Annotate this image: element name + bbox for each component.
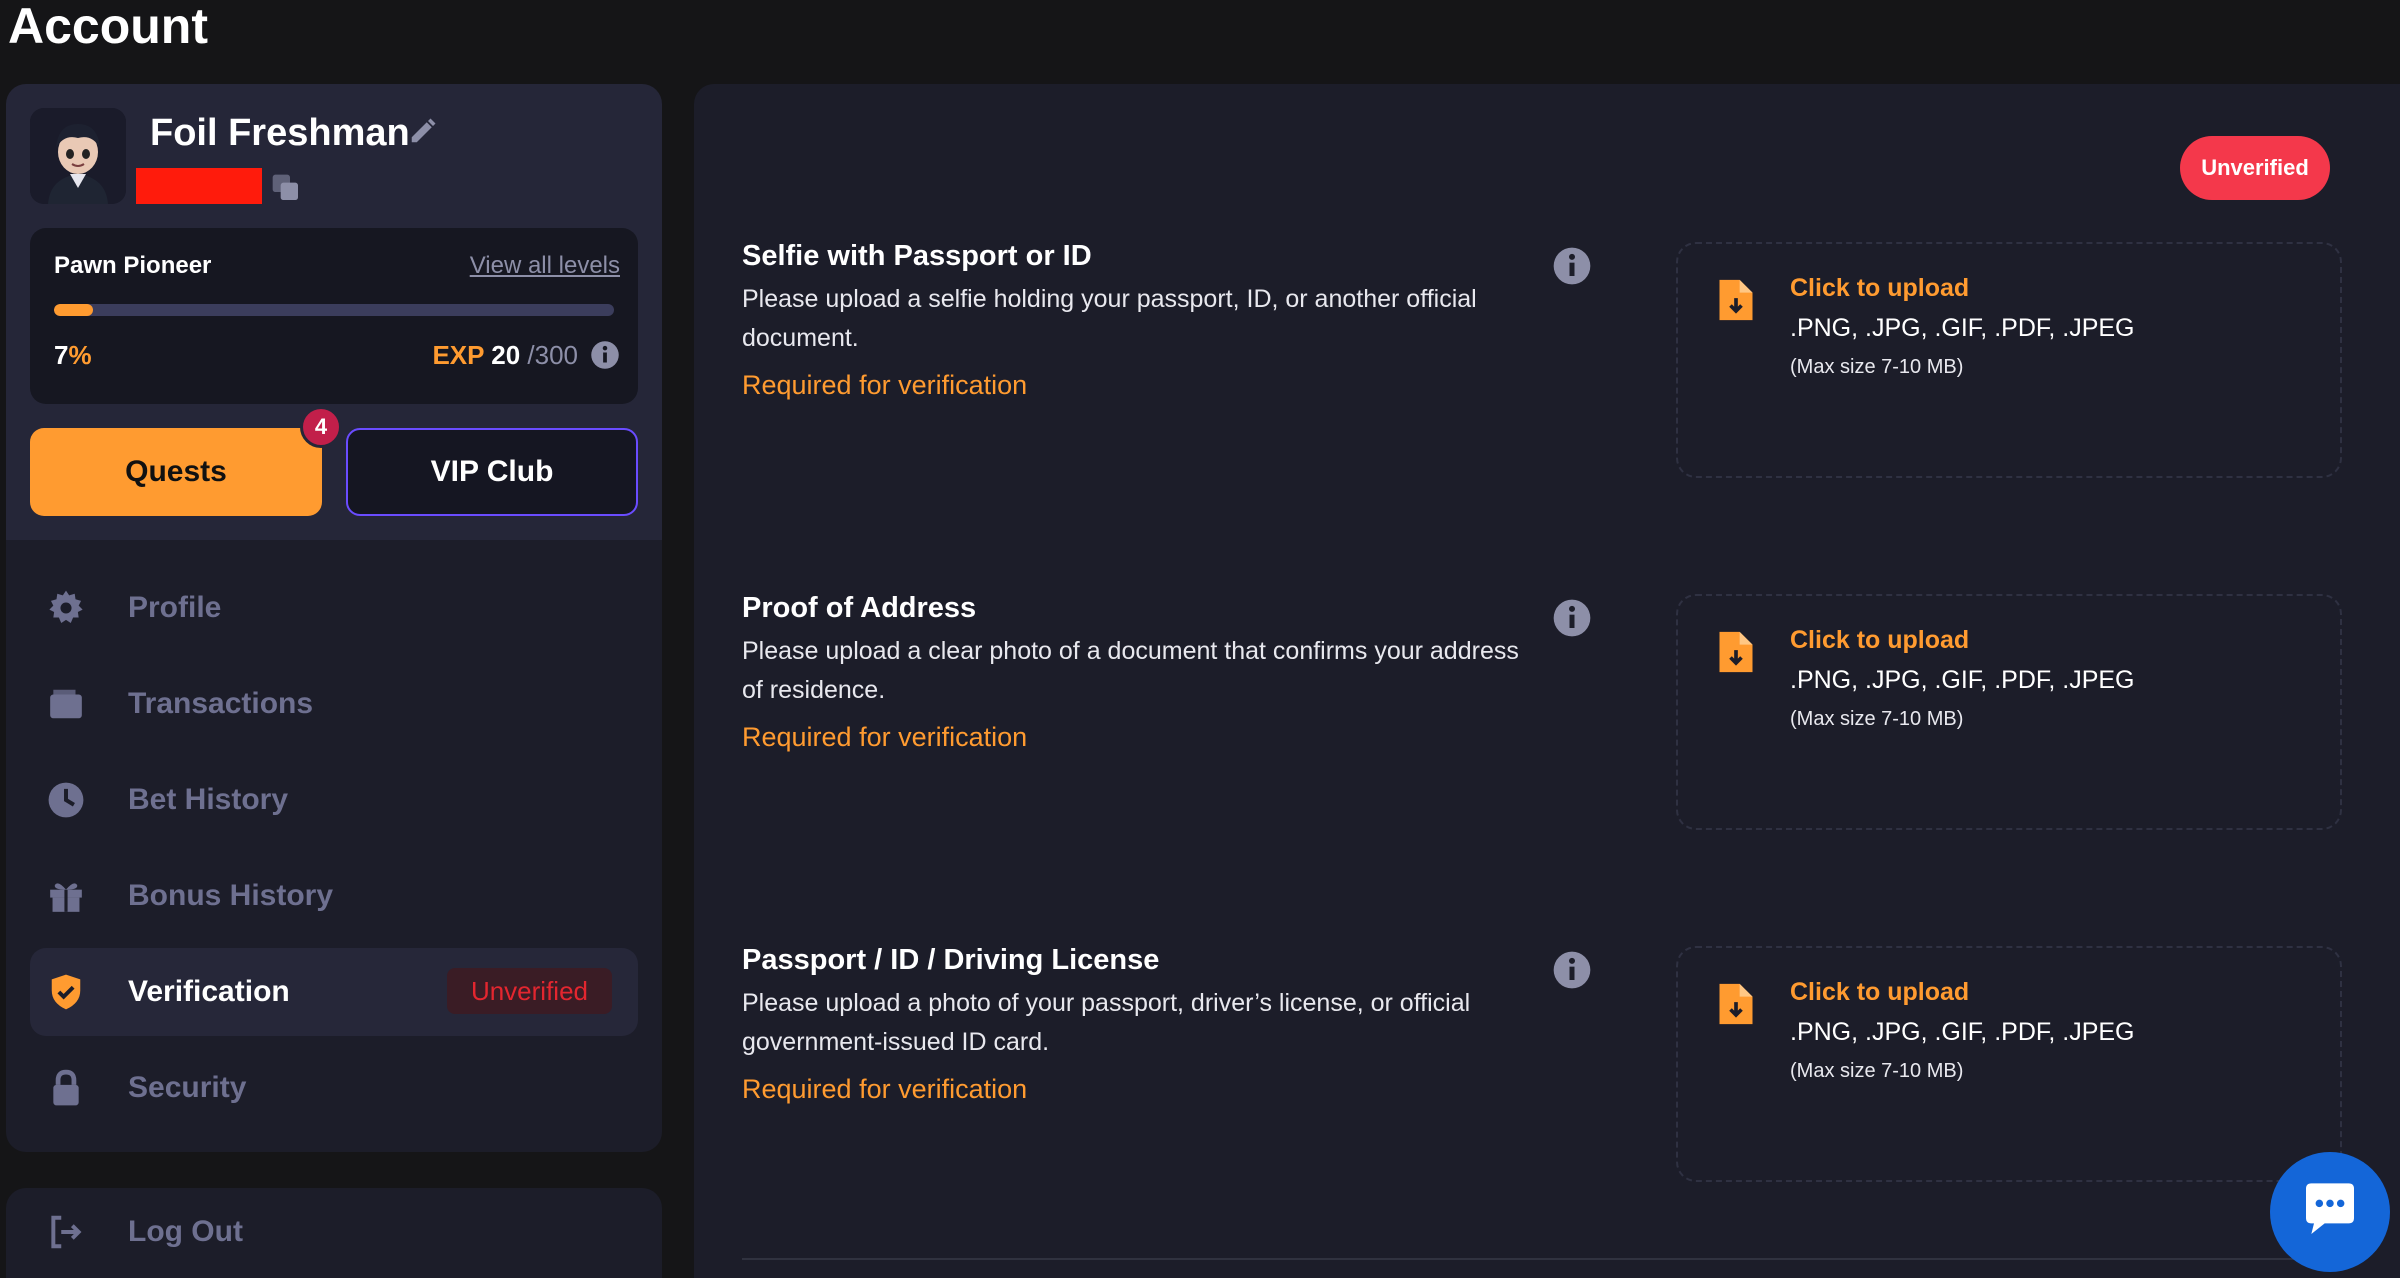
gear-icon [46, 588, 86, 628]
wallet-icon [46, 684, 86, 724]
verification-status-pill: Unverified [2180, 136, 2330, 200]
upload-dropzone[interactable]: Click to upload .PNG, .JPG, .GIF, .PDF, … [1676, 946, 2342, 1182]
sidebar-item-label: Security [128, 1071, 247, 1104]
section-title: Selfie with Passport or ID [742, 240, 1092, 272]
level-progress-fill [54, 304, 94, 316]
file-types: .PNG, .JPG, .GIF, .PDF, .JPEG [1790, 666, 2135, 694]
required-note: Required for verification [742, 370, 1028, 400]
sidebar-item-bonus-history[interactable]: Bonus History [30, 852, 638, 940]
clock-icon [46, 780, 86, 820]
exp-readout: EXP 20 /300 [432, 340, 578, 370]
level-name: Pawn Pioneer [54, 252, 212, 279]
section-description: Please upload a photo of your passport, … [742, 989, 1471, 1056]
file-types: .PNG, .JPG, .GIF, .PDF, .JPEG [1790, 314, 2135, 342]
click-to-upload[interactable]: Click to upload [1790, 978, 1969, 1007]
section-description: Please upload a clear photo of a documen… [742, 637, 1519, 704]
section-title: Passport / ID / Driving License [742, 944, 1160, 976]
avatar[interactable] [30, 108, 126, 204]
gift-icon [46, 876, 86, 916]
required-note: Required for verification [742, 1074, 1028, 1104]
sidebar-item-verification[interactable]: Verification Unverified [30, 948, 638, 1036]
sidebar-item-security[interactable]: Security [30, 1044, 638, 1132]
upload-dropzone[interactable]: Click to upload .PNG, .JPG, .GIF, .PDF, … [1676, 242, 2342, 478]
copy-icon[interactable] [270, 172, 302, 204]
sidebar-item-label: Transactions [128, 687, 314, 720]
quests-button[interactable]: Quests [30, 428, 322, 516]
username: Foil Freshman [150, 112, 410, 154]
sidebar-item-label: Verification [128, 975, 290, 1008]
max-size: (Max size 7-10 MB) [1790, 1060, 1964, 1082]
vip-club-button[interactable]: VIP Club [346, 428, 638, 516]
level-percent: 7% [54, 340, 92, 370]
info-icon[interactable] [1552, 598, 1592, 638]
sidebar-item-profile[interactable]: Profile [30, 564, 638, 652]
logout-icon [46, 1212, 86, 1252]
shield-check-icon [46, 972, 86, 1012]
file-upload-icon [1714, 982, 1758, 1026]
file-upload-icon [1714, 278, 1758, 322]
chat-bubble-icon [2298, 1178, 2362, 1247]
sidebar-item-label: Profile [128, 591, 222, 624]
lock-icon [46, 1068, 86, 1108]
max-size: (Max size 7-10 MB) [1790, 708, 1964, 730]
click-to-upload[interactable]: Click to upload [1790, 626, 1969, 655]
max-size: (Max size 7-10 MB) [1790, 356, 1964, 378]
logout-label: Log Out [128, 1215, 243, 1248]
sidebar-item-label: Bonus History [128, 879, 334, 912]
file-types: .PNG, .JPG, .GIF, .PDF, .JPEG [1790, 1018, 2135, 1046]
sidebar-item-label: Bet History [128, 783, 289, 816]
section-title: Proof of Address [742, 592, 977, 624]
required-note: Required for verification [742, 722, 1028, 752]
page-title: Account [8, 0, 208, 54]
level-progress-bar [54, 304, 614, 316]
logout-button[interactable]: Log Out [30, 1188, 638, 1276]
redacted-user-id [136, 168, 262, 204]
pencil-icon[interactable] [408, 116, 438, 146]
section-description: Please upload a selfie holding your pass… [742, 285, 1477, 352]
info-icon[interactable] [1552, 950, 1592, 990]
info-icon[interactable] [1552, 246, 1592, 286]
live-chat-button[interactable] [2270, 1152, 2390, 1272]
upload-dropzone[interactable]: Click to upload .PNG, .JPG, .GIF, .PDF, … [1676, 594, 2342, 830]
click-to-upload[interactable]: Click to upload [1790, 274, 1969, 303]
view-all-levels-link[interactable]: View all levels [470, 252, 620, 280]
sidebar-item-transactions[interactable]: Transactions [30, 660, 638, 748]
quests-badge: 4 [300, 406, 342, 448]
sidebar-item-bet-history[interactable]: Bet History [30, 756, 638, 844]
divider [742, 1258, 2342, 1260]
info-icon[interactable] [590, 340, 620, 370]
level-card: Pawn Pioneer View all levels 7% EXP 20 /… [30, 228, 638, 404]
file-upload-icon [1714, 630, 1758, 674]
verification-status-badge: Unverified [446, 968, 612, 1014]
